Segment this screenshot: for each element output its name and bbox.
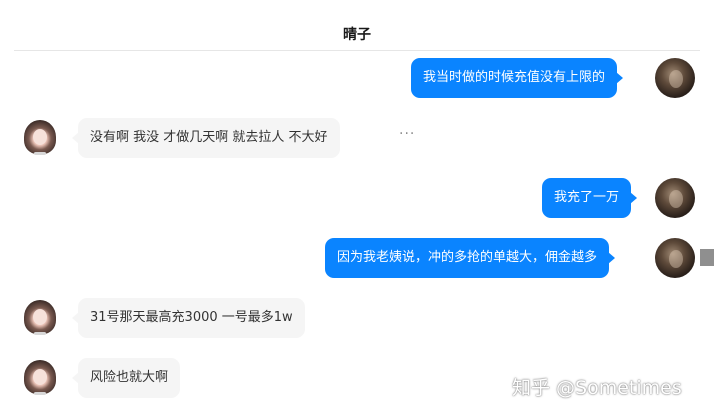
avatar-highlight [669,190,683,208]
self-avatar[interactable] [655,58,695,98]
avatar-highlight [669,70,683,88]
avatar-face [33,129,47,145]
avatar-face [33,309,47,325]
chat-header: 晴子 [14,14,700,51]
avatar-face [33,369,47,385]
contact-name: 晴子 [343,27,371,43]
message-incoming[interactable]: 没有啊 我没 才做几天啊 就去拉人 不大好 [72,118,340,158]
message-incoming[interactable]: 31号那天最高充3000 一号最多1w [72,298,305,338]
contact-avatar[interactable] [20,358,60,398]
contact-avatar[interactable] [20,118,60,158]
avatar-tag [34,392,46,395]
scrollbar-thumb[interactable] [700,249,714,266]
watermark: 知乎 @Sometimes [512,377,682,399]
self-avatar[interactable] [655,238,695,278]
chat-window: 晴子 我当时做的时候充值没有上限的 没有啊 我没 才做几天啊 就去拉人 不大好 … [0,0,714,418]
contact-avatar[interactable] [20,298,60,338]
message-incoming[interactable]: 风险也就大啊 [71,358,181,398]
message-outgoing[interactable]: 因为我老姨说，冲的多抢的单越大，佣金越多 [325,238,616,278]
message-outgoing[interactable]: 我充了一万 [542,178,638,218]
avatar-highlight [669,250,683,268]
more-horizontal-icon[interactable]: ··· [399,126,415,142]
message-outgoing[interactable]: 我当时做的时候充值没有上限的 [411,58,624,98]
avatar-tag [34,332,46,335]
self-avatar[interactable] [655,178,695,218]
avatar-tag [34,152,46,155]
